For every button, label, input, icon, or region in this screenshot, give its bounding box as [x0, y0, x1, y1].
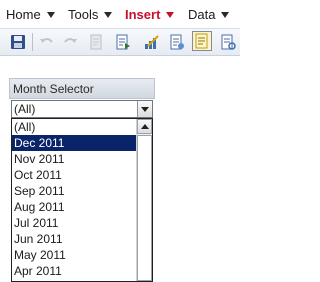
- chevron-down-icon: [46, 11, 55, 18]
- list-item[interactable]: Jun 2011: [12, 231, 136, 247]
- notes-icon: [195, 33, 208, 49]
- list-item[interactable]: May 2011: [12, 247, 136, 263]
- list-item[interactable]: Oct 2011: [12, 167, 136, 183]
- menu-home[interactable]: Home: [6, 5, 55, 23]
- list-item[interactable]: Apr 2011: [12, 263, 136, 279]
- list-item[interactable]: Nov 2011: [12, 151, 136, 167]
- list-item-selected[interactable]: Dec 2011: [12, 135, 136, 151]
- scroll-up-button[interactable]: [137, 119, 152, 134]
- list-item[interactable]: Sep 2011: [12, 183, 136, 199]
- scroll-thumb[interactable]: [137, 135, 152, 281]
- month-options: (All) Dec 2011 Nov 2011 Oct 2011 Sep 201…: [12, 119, 136, 279]
- month-select[interactable]: (All): [11, 100, 153, 118]
- chevron-down-icon: [141, 106, 149, 112]
- page-button[interactable]: [86, 32, 106, 52]
- month-dropdown-list: (All) Dec 2011 Nov 2011 Oct 2011 Sep 201…: [11, 118, 153, 282]
- month-select-value: (All): [14, 102, 36, 116]
- document-button[interactable]: [218, 32, 238, 52]
- save-icon: [11, 35, 25, 49]
- chevron-down-icon: [166, 11, 175, 18]
- chart-edit-icon: [145, 35, 159, 49]
- menu-data-label: Data: [188, 6, 216, 22]
- notes-button[interactable]: [192, 31, 212, 51]
- save-button[interactable]: [8, 32, 28, 52]
- undo-icon: [40, 38, 53, 43]
- chevron-down-icon: [104, 11, 113, 18]
- chart-edit-button[interactable]: [142, 32, 162, 52]
- page-edit-icon: [170, 34, 184, 50]
- menu-home-label: Home: [6, 6, 41, 22]
- list-item[interactable]: Aug 2011: [12, 199, 136, 215]
- insert-page-button[interactable]: [113, 32, 133, 52]
- list-item[interactable]: (All): [12, 119, 136, 135]
- chevron-up-icon: [140, 124, 149, 129]
- list-item[interactable]: Jul 2011: [12, 215, 136, 231]
- toolbar: [0, 29, 240, 56]
- menu-insert[interactable]: Insert: [125, 5, 175, 23]
- page-edit-button[interactable]: [167, 32, 187, 52]
- month-selector-panel: Month Selector (All) (All) Dec 2011 Nov …: [9, 78, 155, 282]
- insert-page-icon: [116, 34, 130, 50]
- menu-data[interactable]: Data: [188, 5, 230, 23]
- undo-button[interactable]: [37, 32, 57, 52]
- menu-insert-label: Insert: [125, 6, 161, 22]
- toolbar-separator: [32, 33, 33, 51]
- month-selector-title: Month Selector: [9, 78, 155, 99]
- menu-tools-label: Tools: [68, 6, 99, 22]
- chevron-down-icon: [221, 11, 230, 18]
- page-icon: [90, 34, 102, 50]
- redo-button[interactable]: [60, 32, 80, 52]
- dropdown-toggle-button[interactable]: [137, 101, 152, 117]
- vertical-scrollbar[interactable]: [136, 119, 152, 281]
- document-icon: [221, 34, 236, 50]
- redo-icon: [64, 38, 77, 43]
- menu-bar: Home Tools Insert Data: [0, 0, 240, 29]
- menu-tools[interactable]: Tools: [68, 5, 113, 23]
